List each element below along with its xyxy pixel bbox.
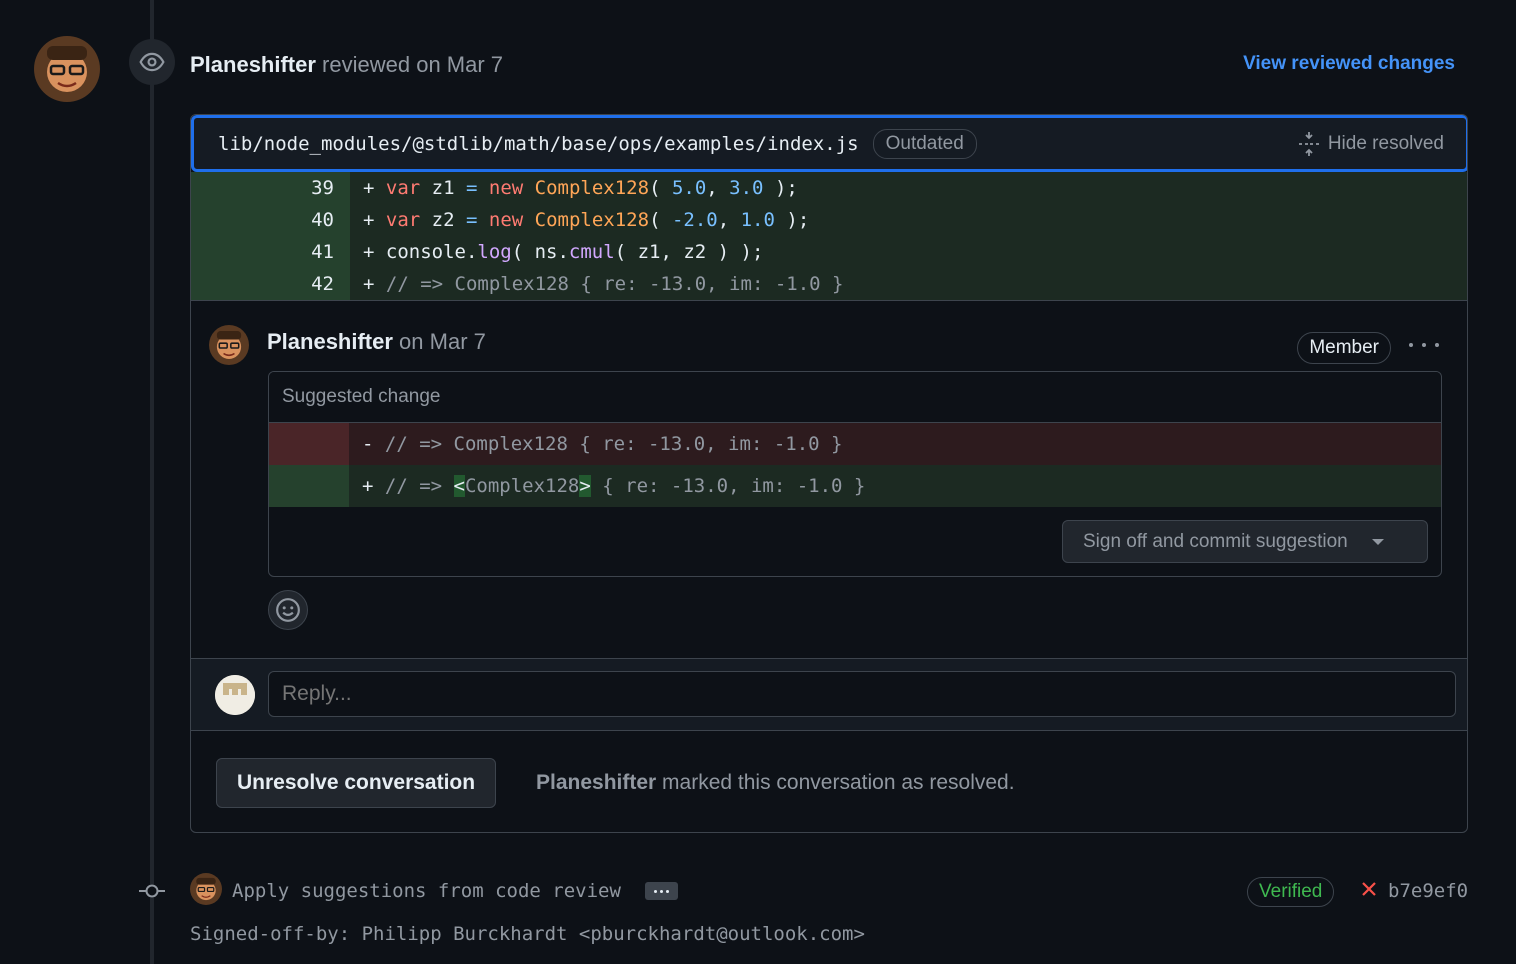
hide-resolved-label: Hide resolved <box>1327 133 1444 154</box>
line-number[interactable]: 39 <box>191 172 350 204</box>
review-header: Planeshifter reviewed on Mar 7 <box>190 52 503 78</box>
code-line: + // => Complex128 { re: -13.0, im: -1.0… <box>363 273 844 295</box>
unresolve-conversation-button[interactable]: Unresolve conversation <box>216 758 497 808</box>
removed-code: - // => Complex128 { re: -13.0, im: -1.0… <box>362 433 843 455</box>
current-user-avatar <box>215 675 255 715</box>
line-number[interactable]: 40 <box>191 204 350 236</box>
diff-line: 42 + // => Complex128 { re: -13.0, im: -… <box>191 268 1467 300</box>
file-header: lib/node_modules/@stdlib/math/base/ops/e… <box>191 115 1467 172</box>
diff-line: 41 + console.log( ns.cmul( z1, z2 ) ); <box>191 236 1467 268</box>
code-line: + var z2 = new Complex128( -2.0, 1.0 ); <box>363 209 810 231</box>
sign-off-label: Sign off and commit suggestion <box>1083 530 1348 552</box>
diff-line: 40 + var z2 = new Complex128( -2.0, 1.0 … <box>191 204 1467 236</box>
suggestion-removed-line: - // => Complex128 { re: -13.0, im: -1.0… <box>269 423 1441 465</box>
reply-area <box>191 658 1467 731</box>
commenter-avatar[interactable] <box>209 325 249 365</box>
diff-line: 39 + var z1 = new Complex128( 5.0, 3.0 )… <box>191 172 1467 204</box>
signed-off-by-text: Signed-off-by: Philipp Burckhardt <pburc… <box>190 923 865 945</box>
commit-sha-link[interactable]: b7e9ef0 <box>1388 880 1468 902</box>
suggested-change-title: Suggested change <box>269 372 1441 423</box>
resolver-author: Planeshifter <box>536 771 657 794</box>
comment-date[interactable]: on Mar 7 <box>393 329 486 354</box>
code-line: + console.log( ns.cmul( z1, z2 ) ); <box>363 241 764 263</box>
code-line: + var z1 = new Complex128( 5.0, 3.0 ); <box>363 177 798 199</box>
line-number[interactable]: 41 <box>191 236 350 268</box>
smiley-icon[interactable] <box>268 590 308 630</box>
fold-icon <box>1298 132 1319 156</box>
outdated-badge: Outdated <box>872 128 977 159</box>
expand-commit-message-button[interactable] <box>645 882 678 900</box>
commit-message-link[interactable]: Apply suggestions from code review <box>232 880 621 902</box>
comment-thread: Planeshifter on Mar 7 Member Suggested c… <box>191 300 1467 658</box>
comment-author-link[interactable]: Planeshifter <box>267 329 393 354</box>
review-author-link[interactable]: Planeshifter <box>190 52 316 77</box>
eye-icon <box>129 39 175 85</box>
hide-resolved-button[interactable]: Hide resolved <box>1298 131 1444 157</box>
suggestion-added-line: + // => <Complex128> { re: -13.0, im: -1… <box>269 465 1441 507</box>
resolved-message: marked this conversation as resolved. <box>656 771 1015 794</box>
sign-off-commit-suggestion-button[interactable]: Sign off and commit suggestion <box>1062 520 1428 563</box>
kebab-horizontal-icon[interactable] <box>1409 337 1439 353</box>
member-badge: Member <box>1297 332 1391 364</box>
view-reviewed-changes-link[interactable]: View reviewed changes <box>1243 53 1455 75</box>
diff-hunk: 39 + var z1 = new Complex128( 5.0, 3.0 )… <box>191 172 1467 300</box>
reply-input[interactable] <box>268 671 1456 717</box>
timeline-line <box>150 0 154 964</box>
verified-badge[interactable]: Verified <box>1247 877 1335 907</box>
reviewer-avatar[interactable] <box>34 36 100 102</box>
file-path-link[interactable]: lib/node_modules/@stdlib/math/base/ops/e… <box>218 133 859 155</box>
git-commit-icon <box>139 884 165 898</box>
x-icon[interactable] <box>1361 881 1377 897</box>
added-code: + // => <Complex128> { re: -13.0, im: -1… <box>362 475 866 497</box>
suggested-change-box: Suggested change - // => Complex128 { re… <box>268 371 1442 577</box>
comment-header: Planeshifter on Mar 7 <box>267 329 486 355</box>
commit-author-avatar[interactable] <box>190 873 222 905</box>
resolved-row: Unresolve conversation Planeshifter mark… <box>191 731 1467 832</box>
review-action-text: reviewed on Mar 7 <box>315 52 504 77</box>
review-thread-container: lib/node_modules/@stdlib/math/base/ops/e… <box>190 114 1468 833</box>
triangle-down-icon <box>1371 538 1384 545</box>
line-number[interactable]: 42 <box>191 268 350 300</box>
resolved-status-text: Planeshifter marked this conversation as… <box>536 771 1015 795</box>
